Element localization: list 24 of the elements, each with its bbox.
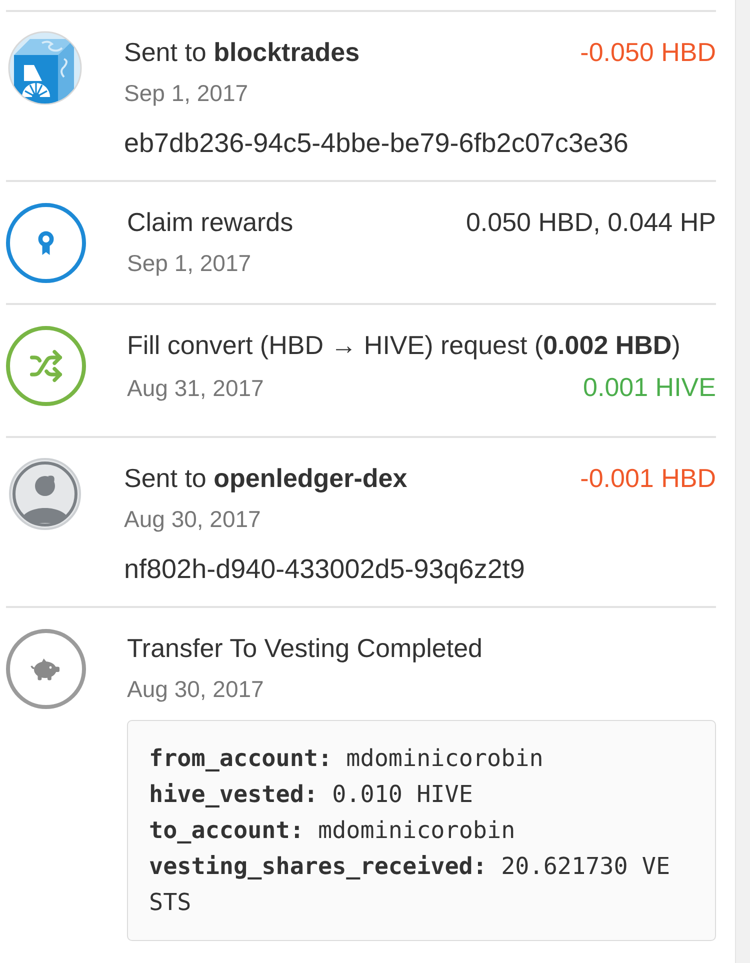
detail-line: hive_vested: 0.010 HIVE (149, 779, 474, 810)
memo-text: nf802h-d940-433002d5-93q6z2t9 (124, 553, 526, 586)
memo-text: eb7db236-94c5-4bbe-be79-6fb2c07c3e36 (124, 127, 630, 160)
transaction-title: Fill convert (HBD → HIVE) request (0.002 HBD) (127, 329, 680, 361)
amount: -0.050 HBD (580, 36, 716, 68)
transaction-title: Sent to blocktrades (124, 36, 360, 68)
amount: -0.001 HBD (580, 462, 716, 494)
transaction-title: Transfer To Vesting Completed (127, 632, 483, 664)
amount: 0.001 HIVE (583, 371, 716, 403)
transaction-date: Sep 1, 2017 (127, 249, 252, 278)
scrollbar[interactable] (735, 0, 750, 963)
award-icon (6, 203, 86, 283)
detail-line: vesting_shares_received: 20.621730 VESTS (149, 851, 672, 918)
transaction-title: Claim rewards (127, 206, 294, 238)
transaction-date: Aug 31, 2017 (127, 374, 264, 403)
detail-line: to_account: mdominicorobin (149, 815, 516, 846)
transaction-date: Aug 30, 2017 (124, 505, 261, 534)
amount: 0.050 HBD, 0.044 HP (466, 206, 716, 238)
transaction-date: Sep 1, 2017 (124, 79, 248, 108)
transaction-title: Sent to openledger-dex (124, 462, 408, 494)
piggy-bank-icon (6, 629, 86, 709)
detail-line: from_account: mdominicorobin (149, 743, 544, 774)
transaction-date: Aug 30, 2017 (127, 675, 264, 704)
shuffle-icon (6, 326, 86, 406)
